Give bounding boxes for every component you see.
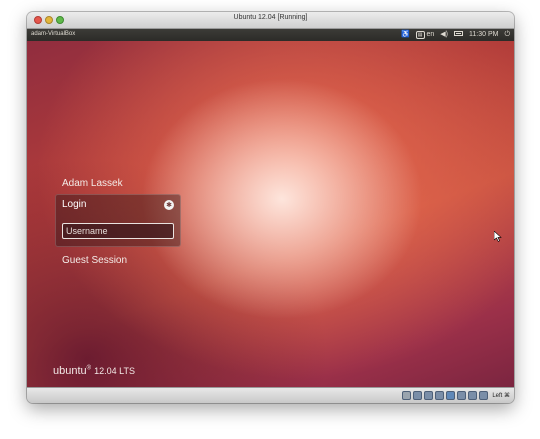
mouse-pointer-icon [494,231,502,242]
ubuntu-top-panel: adam-VirtualBox ♿ ▤ en ◀) 11:30 PM ⏻ [27,29,514,41]
indicator-tray: ♿ ▤ en ◀) 11:30 PM ⏻ [401,29,510,41]
window-titlebar[interactable]: Ubuntu 12.04 [Running] [27,12,514,29]
status-icons: Left ⌘ [402,391,510,400]
hostname-label: adam-VirtualBox [31,31,76,37]
hard-disk-icon[interactable] [402,391,412,400]
mouse-integration-icon[interactable] [479,391,489,400]
keyboard-layout-label: en [426,31,435,38]
username-input[interactable] [62,223,174,239]
user-list-item-adam[interactable]: Adam Lassek [62,178,123,189]
virtualbox-window: Ubuntu 12.04 [Running] adam-VirtualBox ♿… [27,12,514,403]
volume-icon[interactable]: ◀) [440,29,448,41]
virtualbox-statusbar: Left ⌘ [27,387,514,403]
host-key-label: Left ⌘ [492,393,510,399]
network-icon[interactable] [446,391,456,400]
keyboard-indicator[interactable]: ▤ en [415,29,435,41]
login-label[interactable]: Login [62,199,86,210]
window-title: Ubuntu 12.04 [Running] [233,14,308,21]
power-icon[interactable]: ⏻ [504,29,510,41]
shared-folders-icon[interactable] [435,391,445,400]
guest-session-item[interactable]: Guest Session [62,255,127,266]
display-icon[interactable] [457,391,467,400]
clock[interactable]: 11:30 PM [469,29,498,41]
usb-icon[interactable] [424,391,434,400]
battery-icon[interactable] [454,29,463,41]
ubuntu-wordmark: ubuntu [53,365,87,377]
virtualization-icon[interactable] [468,391,478,400]
session-options-icon[interactable]: ✱ [164,200,174,210]
registered-mark: ® [86,365,92,372]
ubuntu-version: 12.04 LTS [94,366,136,376]
keyboard-icon: ▤ [415,31,425,39]
login-selected-item: Login ✱ [55,194,181,247]
guest-screen[interactable]: adam-VirtualBox ♿ ▤ en ◀) 11:30 PM ⏻ Ada… [27,29,514,387]
accessibility-icon[interactable]: ♿ [401,29,410,41]
ubuntu-logo: ubuntu® 12.04 LTS [53,365,135,377]
optical-drive-icon[interactable] [413,391,423,400]
